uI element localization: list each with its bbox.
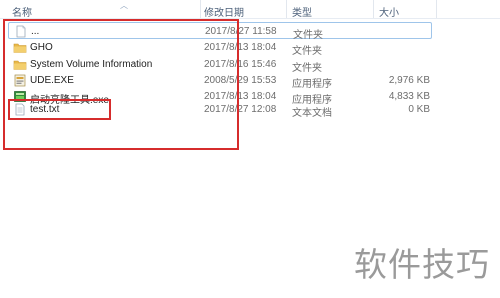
file-explorer-view: ︿ 名称 修改日期 类型 大小 ... 2017/8/27 11:58 文件夹 …	[0, 0, 500, 298]
file-size: 0 KB	[408, 104, 430, 115]
file-type: 文本文档	[292, 108, 332, 119]
file-size: 2,976 KB	[388, 75, 430, 86]
column-divider[interactable]	[436, 0, 437, 18]
column-header-name[interactable]: 名称	[12, 4, 32, 19]
column-divider[interactable]	[286, 0, 287, 18]
watermark-text: 软件技巧	[354, 245, 490, 284]
column-header-size[interactable]: 大小	[379, 4, 399, 19]
highlight-box-test-file	[8, 99, 111, 120]
file-type: 文件夹	[292, 46, 322, 57]
column-divider[interactable]	[373, 0, 374, 18]
column-header-type[interactable]: 类型	[292, 4, 312, 19]
column-header-date[interactable]: 修改日期	[204, 4, 244, 19]
highlight-box-file-list	[3, 19, 239, 150]
sort-arrow-icon: ︿	[120, 1, 128, 10]
column-header-row: ︿ 名称 修改日期 类型 大小	[0, 0, 500, 19]
column-divider[interactable]	[200, 0, 201, 18]
